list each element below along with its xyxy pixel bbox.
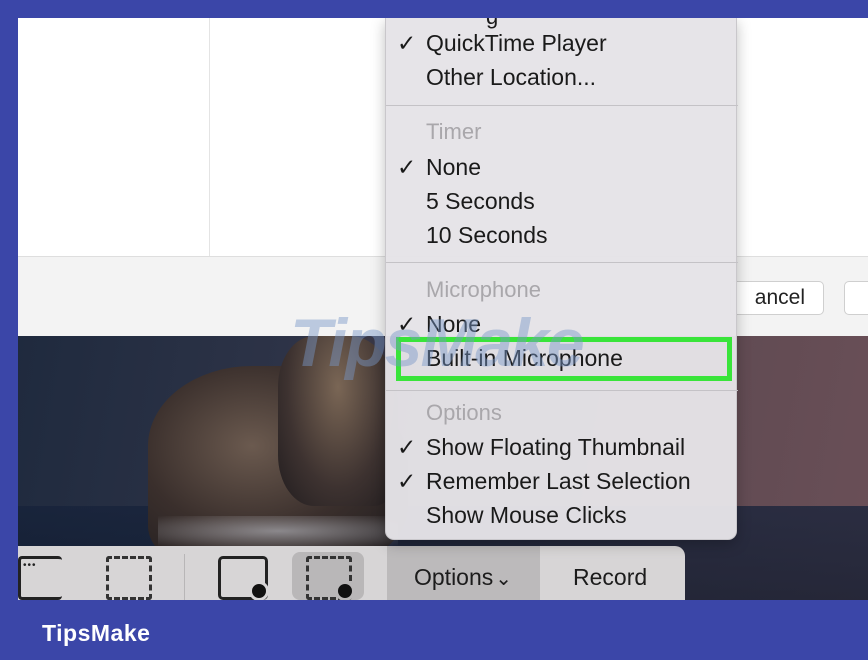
checkmark-icon: ✓ — [397, 30, 417, 56]
menu-separator — [386, 262, 738, 263]
menu-item-show-mouse-clicks[interactable]: Show Mouse Clicks — [386, 498, 738, 532]
confirm-button[interactable] — [844, 281, 868, 315]
record-selection-icon[interactable] — [306, 556, 355, 600]
screenshot-viewport: ancel ••• Options ⌄ Record ✓ QuickTime P… — [18, 18, 868, 600]
menu-separator — [386, 105, 738, 106]
menu-item-quicktime-player[interactable]: ✓ QuickTime Player — [386, 26, 738, 60]
wallpaper-foam — [158, 516, 398, 546]
brand-logo: TipsMake — [42, 620, 151, 646]
capture-selection-icon[interactable] — [106, 556, 152, 600]
menu-item-10-seconds[interactable]: 10 Seconds — [386, 218, 738, 252]
record-dot-icon — [249, 581, 269, 600]
cancel-button[interactable]: ancel — [730, 281, 824, 315]
capture-window-icon[interactable]: ••• — [18, 556, 62, 600]
options-button-label: Options ⌄ — [414, 564, 513, 590]
menu-item-remember-last-selection[interactable]: ✓ Remember Last Selection — [386, 464, 738, 498]
menu-item-5-seconds[interactable]: 5 Seconds — [386, 184, 738, 218]
menu-header-microphone: Microphone — [426, 277, 541, 302]
checkmark-icon: ✓ — [397, 468, 417, 494]
checkmark-icon: ✓ — [397, 154, 417, 180]
menu-header-timer: Timer — [426, 119, 482, 144]
menu-separator — [386, 390, 738, 391]
checkmark-icon: ✓ — [397, 434, 417, 460]
menu-item-timer-none[interactable]: ✓ None — [386, 150, 738, 184]
chevron-down-icon: ⌄ — [495, 568, 513, 590]
options-menu: g ✓ QuickTime Player Other Location... T… — [385, 18, 738, 540]
menu-item-show-floating-thumbnail[interactable]: ✓ Show Floating Thumbnail — [386, 430, 738, 464]
cancel-button-label: ancel — [754, 286, 805, 309]
watermark-logo: TipsMake — [290, 305, 585, 381]
record-button[interactable]: Record — [573, 564, 647, 591]
record-dot-icon — [335, 581, 355, 600]
toolbar-divider — [184, 554, 185, 600]
record-window-icon[interactable] — [218, 556, 269, 600]
frame: ancel ••• Options ⌄ Record ✓ QuickTime P… — [0, 0, 868, 660]
menu-item-other-location[interactable]: Other Location... — [386, 60, 738, 94]
screenshot-toolbar: ••• Options ⌄ Record — [18, 546, 685, 600]
column-divider — [209, 18, 210, 256]
menu-header-options: Options — [426, 400, 502, 425]
